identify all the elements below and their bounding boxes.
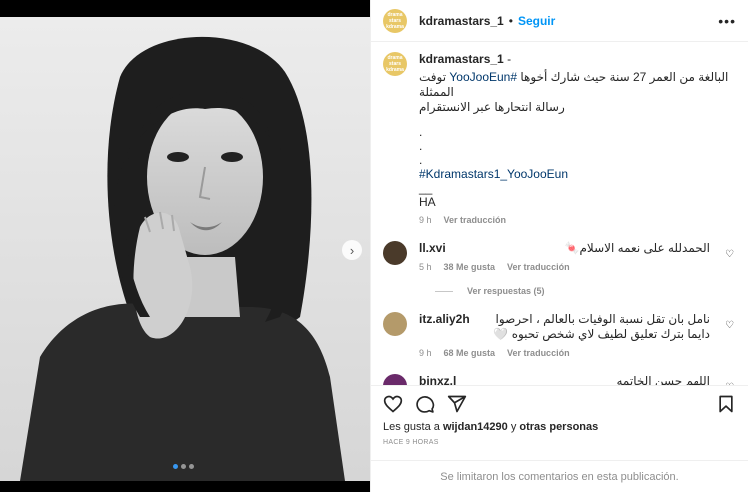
divider	[435, 290, 453, 292]
avatar[interactable]	[383, 241, 407, 265]
like-comment-heart-icon[interactable]: ♡	[725, 249, 734, 260]
caption-line2: رسالة انتحارها عبر الانستقرام	[419, 100, 565, 114]
post-photo[interactable]	[0, 17, 370, 481]
translate-link[interactable]: Ver traducción	[507, 348, 570, 358]
caption: drama stars kdrama kdramastars_1 - البال…	[383, 52, 734, 225]
like-comment-heart-icon[interactable]: ♡	[725, 382, 734, 385]
timestamp: 9 h	[419, 348, 432, 358]
avatar[interactable]: drama stars kdrama	[383, 52, 407, 76]
caption-extra: . . . #Kdramastars1_YooJooEun __ HA	[419, 125, 734, 209]
likes-summary: Les gusta a wijdan14290 y otras personas	[371, 421, 748, 433]
comment-icon[interactable]	[415, 394, 435, 414]
post-modal: › drama stars kdrama kdramastars_1 • Seg…	[0, 0, 748, 492]
follow-button[interactable]: Seguir	[518, 14, 555, 28]
comment-text: اللهم حسن الخاتمه	[616, 374, 710, 385]
comment-text: الحمدلله على نعمه الاسلام🍬	[564, 241, 710, 255]
timestamp: 5 h	[419, 262, 432, 272]
comment-text: نامل بان تقل نسبة الوفيات بالعالم ، احرص…	[493, 312, 710, 341]
comment: ll.xvi الحمدلله على نعمه الاسلام🍬 5 h 38…	[383, 241, 734, 272]
more-options-icon[interactable]: •••	[718, 13, 736, 29]
comment: binxz.l اللهم حسن الخاتمه ♡	[383, 374, 734, 385]
post-media: ›	[0, 0, 370, 492]
portrait-image	[0, 17, 370, 481]
carousel-dot	[189, 464, 194, 469]
avatar[interactable]	[383, 374, 407, 385]
caption-username[interactable]: kdramastars_1	[419, 52, 504, 66]
comment-username[interactable]: ll.xvi	[419, 241, 446, 256]
likes-conj: y	[510, 421, 517, 433]
carousel-next-button[interactable]: ›	[342, 240, 362, 260]
translate-link[interactable]: Ver traducción	[444, 215, 507, 225]
separator-dot: •	[508, 13, 513, 28]
bookmark-icon[interactable]	[716, 394, 736, 414]
share-icon[interactable]	[447, 394, 467, 414]
caption-signature: HA	[419, 195, 436, 209]
timestamp: 9 h	[419, 215, 432, 225]
caption-dot: .	[419, 125, 423, 139]
view-replies-label: Ver respuestas (5)	[467, 286, 545, 296]
comment-username[interactable]: itz.aliy2h	[419, 312, 470, 327]
post-header: drama stars kdrama kdramastars_1 • Segui…	[371, 0, 748, 42]
post-timestamp: HACE 9 HORAS	[383, 439, 439, 446]
carousel-dot	[181, 464, 186, 469]
likes-count-link[interactable]: 68 Me gusta	[444, 348, 496, 358]
other-likers-link[interactable]: otras personas	[519, 421, 598, 433]
like-comment-heart-icon[interactable]: ♡	[725, 320, 734, 331]
likes-count-link[interactable]: 38 Me gusta	[444, 262, 496, 272]
translate-link[interactable]: Ver traducción	[507, 262, 570, 272]
caption-text: البالغة من العمر 27 سنة حيث شارك أخوها #…	[419, 70, 734, 115]
caption-underscore: __	[419, 181, 433, 195]
comment-meta: 9 h 68 Me gusta Ver traducción	[419, 348, 710, 358]
comment: itz.aliy2h نامل بان تقل نسبة الوفيات بال…	[383, 312, 734, 358]
chevron-right-icon: ›	[349, 242, 355, 258]
action-bar	[371, 385, 748, 421]
comments-limited-notice: Se limitaron los comentarios en esta pub…	[371, 460, 748, 492]
comments-list[interactable]: drama stars kdrama kdramastars_1 - البال…	[371, 42, 748, 385]
caption-dot: .	[419, 153, 423, 167]
caption-dot: .	[419, 139, 423, 153]
carousel-dot	[173, 464, 178, 469]
comment-meta: 5 h 38 Me gusta Ver traducción	[419, 262, 710, 272]
post-panel: drama stars kdrama kdramastars_1 • Segui…	[370, 0, 748, 492]
hashtag-link[interactable]: #YooJooEun	[449, 70, 517, 84]
post-username[interactable]: kdramastars_1	[419, 14, 504, 28]
heart-icon[interactable]	[383, 394, 403, 414]
avatar[interactable]	[383, 312, 407, 336]
likes-prefix: Les gusta a	[383, 421, 440, 433]
caption-text-prefix: البالغة من العمر 27 سنة حيث شارك أخوها	[517, 70, 729, 84]
liker-username[interactable]: wijdan14290	[443, 421, 508, 433]
caption-meta: 9 h Ver traducción	[419, 215, 734, 225]
caption-dash: -	[507, 52, 512, 66]
view-replies-button[interactable]: Ver respuestas (5)	[435, 286, 734, 296]
carousel-indicator	[173, 464, 194, 469]
hashtag-link[interactable]: #Kdramastars1_YooJooEun	[419, 167, 734, 181]
avatar[interactable]: drama stars kdrama	[383, 8, 407, 33]
comment-username[interactable]: binxz.l	[419, 374, 456, 385]
